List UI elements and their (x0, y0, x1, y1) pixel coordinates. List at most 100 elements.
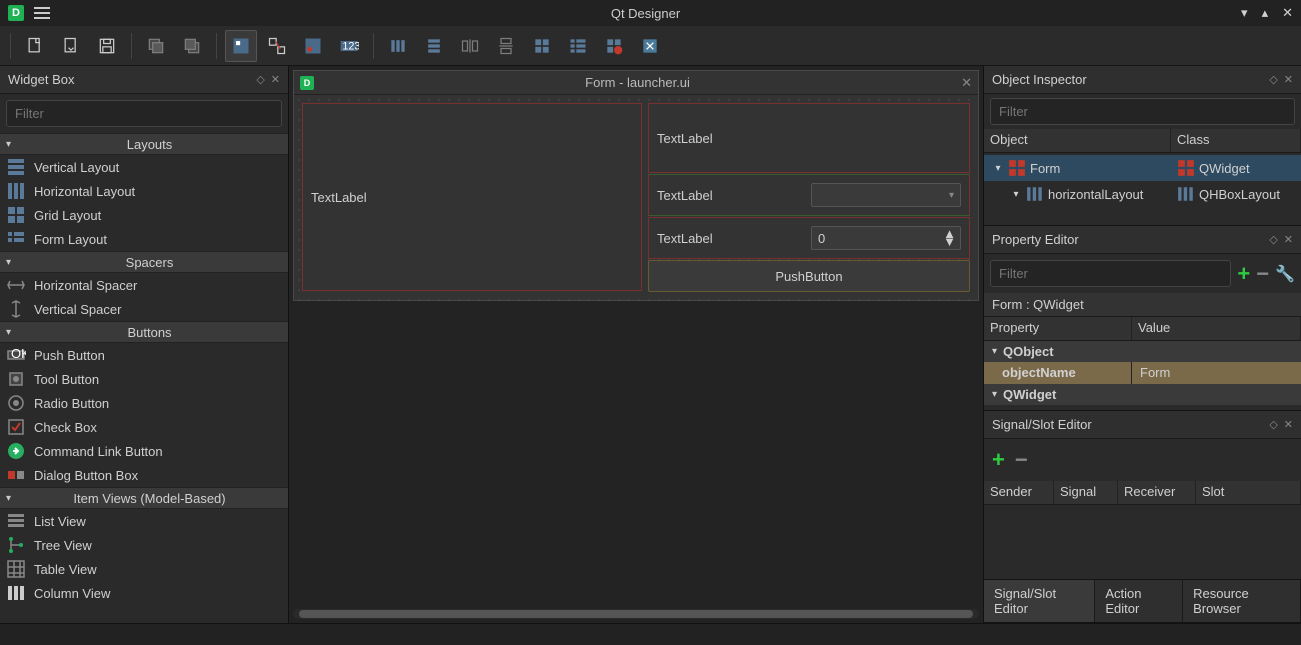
widget-item[interactable]: Column View (0, 581, 288, 605)
adjust-size-button[interactable] (634, 30, 666, 62)
widget-item[interactable]: Tree View (0, 533, 288, 557)
design-canvas: D Form - launcher.ui ✕ TextLabel TextLab… (289, 66, 983, 623)
pushbutton[interactable]: PushButton (648, 260, 970, 292)
pe-add-icon[interactable]: + (1237, 261, 1250, 287)
form-close-icon[interactable]: ✕ (961, 75, 972, 91)
tab-signal-slot[interactable]: Signal/Slot Editor (984, 580, 1095, 622)
property-group[interactable]: ▾QWidget (984, 384, 1301, 405)
widget-icon (6, 370, 26, 388)
widget-icon (6, 466, 26, 484)
maximize-icon[interactable]: ▴ (1262, 5, 1269, 21)
bring-front-button[interactable] (176, 30, 208, 62)
signal-slot-title: Signal/Slot Editor (992, 417, 1263, 432)
combobox[interactable]: ▾ (811, 183, 961, 207)
edit-buddies-button[interactable] (297, 30, 329, 62)
tab-resource-browser[interactable]: Resource Browser (1183, 580, 1301, 622)
layout-form-button[interactable] (562, 30, 594, 62)
widget-item[interactable]: Check Box (0, 415, 288, 439)
edit-widgets-button[interactable] (225, 30, 257, 62)
dock-close-icon[interactable]: ✕ (271, 73, 280, 86)
layout-vertical-button[interactable] (418, 30, 450, 62)
widget-item[interactable]: Tool Button (0, 367, 288, 391)
widget-category[interactable]: ▾Item Views (Model-Based) (0, 487, 288, 509)
widget-icon (6, 230, 26, 248)
oi-header: Object Class (984, 129, 1301, 153)
form-window[interactable]: D Form - launcher.ui ✕ TextLabel TextLab… (293, 70, 979, 301)
layout-grid-button[interactable] (526, 30, 558, 62)
widget-item[interactable]: OKPush Button (0, 343, 288, 367)
form-window-title: Form - launcher.ui (320, 75, 955, 90)
ss-float-icon[interactable]: ◇ (1269, 418, 1277, 431)
widget-category[interactable]: ▾Buttons (0, 321, 288, 343)
widget-item[interactable]: Table View (0, 557, 288, 581)
widget-icon (6, 300, 26, 318)
widget-icon (6, 512, 26, 530)
pe-config-icon[interactable]: 🔧 (1275, 264, 1295, 284)
property-row[interactable]: objectNameForm (984, 362, 1301, 384)
widget-icon (6, 584, 26, 602)
row3-textlabel[interactable]: TextLabel (657, 231, 805, 246)
widget-icon (6, 418, 26, 436)
property-group[interactable]: ▾QObject (984, 341, 1301, 362)
open-form-button[interactable] (55, 30, 87, 62)
widget-item[interactable]: Horizontal Spacer (0, 273, 288, 297)
oi-close-icon[interactable]: ✕ (1284, 73, 1293, 86)
oi-filter[interactable] (990, 98, 1295, 125)
spinbox[interactable]: 0 ▲▼ (811, 226, 961, 250)
widget-category[interactable]: ▾Spacers (0, 251, 288, 273)
close-icon[interactable]: ✕ (1282, 5, 1293, 21)
widget-item[interactable]: Radio Button (0, 391, 288, 415)
widget-item[interactable]: Form Layout (0, 227, 288, 251)
minimize-icon[interactable]: ▾ (1241, 5, 1248, 21)
pe-close-icon[interactable]: ✕ (1284, 233, 1293, 246)
canvas-scrollbar[interactable] (293, 609, 979, 619)
signal-slot-panel: Signal/Slot Editor ◇ ✕ + − Sender Signal… (984, 411, 1301, 623)
row3-box: TextLabel 0 ▲▼ (648, 217, 970, 259)
statusbar (0, 623, 1301, 645)
widget-item[interactable]: Grid Layout (0, 203, 288, 227)
pe-float-icon[interactable]: ◇ (1269, 233, 1277, 246)
layout-h-splitter-button[interactable] (454, 30, 486, 62)
tree-row[interactable]: ▾FormQWidget (984, 155, 1301, 181)
widget-icon: OK (6, 346, 26, 364)
break-layout-button[interactable] (598, 30, 630, 62)
oi-float-icon[interactable]: ◇ (1269, 73, 1277, 86)
widget-item[interactable]: List View (0, 509, 288, 533)
ss-header: Sender Signal Receiver Slot (984, 481, 1301, 505)
tree-row[interactable]: ▾horizontalLayoutQHBoxLayout (984, 181, 1301, 207)
new-form-button[interactable] (19, 30, 51, 62)
tab-action-editor[interactable]: Action Editor (1095, 580, 1183, 622)
dock-float-icon[interactable]: ◇ (256, 73, 264, 86)
widget-box-filter[interactable] (6, 100, 282, 127)
send-back-button[interactable] (140, 30, 172, 62)
main-toolbar: 123 (0, 26, 1301, 66)
widget-icon (6, 560, 26, 578)
edit-signals-button[interactable] (261, 30, 293, 62)
row2-textlabel[interactable]: TextLabel (657, 188, 805, 203)
widget-item[interactable]: Vertical Spacer (0, 297, 288, 321)
form-icon: D (300, 76, 314, 90)
left-textlabel[interactable]: TextLabel (302, 103, 642, 291)
row2-box: TextLabel ▾ (648, 174, 970, 216)
row1-textlabel[interactable]: TextLabel (648, 103, 970, 173)
widget-item[interactable]: Command Link Button (0, 439, 288, 463)
widget-item[interactable]: Horizontal Layout (0, 179, 288, 203)
widget-box-title: Widget Box (8, 72, 250, 87)
menu-icon[interactable] (34, 7, 50, 19)
widget-item[interactable]: Dialog Button Box (0, 463, 288, 487)
save-form-button[interactable] (91, 30, 123, 62)
property-editor-panel: Property Editor ◇ ✕ + − 🔧 Form : QWidget… (984, 226, 1301, 411)
ss-close-icon[interactable]: ✕ (1284, 418, 1293, 431)
object-inspector-title: Object Inspector (992, 72, 1263, 87)
ss-remove-icon[interactable]: − (1015, 447, 1028, 473)
edit-tab-order-button[interactable]: 123 (333, 30, 365, 62)
property-editor-title: Property Editor (992, 232, 1263, 247)
layout-horizontal-button[interactable] (382, 30, 414, 62)
layout-v-splitter-button[interactable] (490, 30, 522, 62)
pe-filter[interactable] (990, 260, 1231, 287)
widget-item[interactable]: Vertical Layout (0, 155, 288, 179)
widget-icon (6, 206, 26, 224)
widget-category[interactable]: ▾Layouts (0, 133, 288, 155)
pe-remove-icon[interactable]: − (1256, 261, 1269, 287)
ss-add-icon[interactable]: + (992, 447, 1005, 473)
